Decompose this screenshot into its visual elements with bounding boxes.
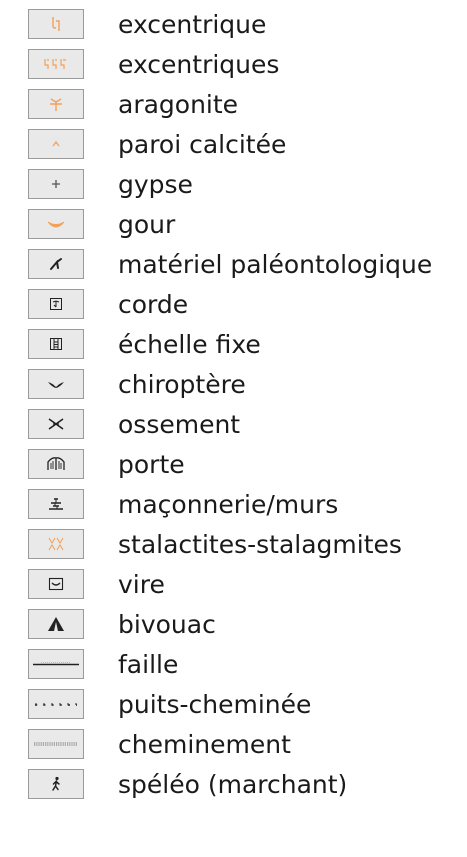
echelle-fixe-icon xyxy=(28,329,84,359)
legend-label: porte xyxy=(118,450,185,479)
legend-item-corde: corde xyxy=(0,285,467,325)
legend-item-vire: vire xyxy=(0,565,467,605)
gour-icon xyxy=(28,209,84,239)
legend-label: bivouac xyxy=(118,610,216,639)
legend-label: matériel paléontologique xyxy=(118,250,433,279)
paroi-calcitee-icon xyxy=(28,129,84,159)
legend-item-gour: gour xyxy=(0,205,467,245)
legend-label: cheminement xyxy=(118,730,291,759)
legend-label: gour xyxy=(118,210,176,239)
legend-label: maçonnerie/murs xyxy=(118,490,339,519)
legend-label: gypse xyxy=(118,170,193,199)
legend-item-ossement: ossement xyxy=(0,405,467,445)
legend-item-aragonite: aragonite xyxy=(0,85,467,125)
aragonite-icon xyxy=(28,89,84,119)
legend-label: aragonite xyxy=(118,90,239,119)
maconnerie-murs-icon xyxy=(28,489,84,519)
bivouac-icon xyxy=(28,609,84,639)
legend-item-stalactites-stalagmites: stalactites-stalagmites xyxy=(0,525,467,565)
legend-item-echelle-fixe: échelle fixe xyxy=(0,325,467,365)
porte-icon xyxy=(28,449,84,479)
legend-item-puits-cheminee: puits-cheminée xyxy=(0,685,467,725)
puits-cheminee-icon xyxy=(28,689,84,719)
legend-label: paroi calcitée xyxy=(118,130,287,159)
legend-label: échelle fixe xyxy=(118,330,261,359)
legend-item-chiroptere: chiroptère xyxy=(0,365,467,405)
legend-item-excentrique: excentrique xyxy=(0,5,467,45)
legend-item-maconnerie-murs: maçonnerie/murs xyxy=(0,485,467,525)
vire-icon xyxy=(28,569,84,599)
cheminement-icon xyxy=(28,729,84,759)
legend-item-materiel-paleontologique: matériel paléontologique xyxy=(0,245,467,285)
excentriques-icon xyxy=(28,49,84,79)
legend-item-porte: porte xyxy=(0,445,467,485)
legend-item-speleo-marchant: spéléo (marchant) xyxy=(0,765,467,805)
gypse-icon xyxy=(28,169,84,199)
chiroptere-icon xyxy=(28,369,84,399)
legend-label: puits-cheminée xyxy=(118,690,312,719)
legend-label: faille xyxy=(118,650,179,679)
speleo-marchant-icon xyxy=(28,769,84,799)
legend-item-paroi-calcitee: paroi calcitée xyxy=(0,125,467,165)
legend-item-gypse: gypse xyxy=(0,165,467,205)
stalactites-stalagmites-icon xyxy=(28,529,84,559)
excentrique-icon xyxy=(28,9,84,39)
legend-label: vire xyxy=(118,570,165,599)
legend-label: excentrique xyxy=(118,10,267,39)
legend-item-excentriques: excentriques xyxy=(0,45,467,85)
faille-icon xyxy=(28,649,84,679)
legend-label: ossement xyxy=(118,410,241,439)
materiel-paleontologique-icon xyxy=(28,249,84,279)
legend-label: chiroptère xyxy=(118,370,246,399)
legend-item-bivouac: bivouac xyxy=(0,605,467,645)
corde-icon xyxy=(28,289,84,319)
legend-item-cheminement: cheminement xyxy=(0,725,467,765)
legend-label: stalactites-stalagmites xyxy=(118,530,402,559)
legend-label: spéléo (marchant) xyxy=(118,770,348,799)
legend-label: excentriques xyxy=(118,50,280,79)
ossement-icon xyxy=(28,409,84,439)
legend-item-faille: faille xyxy=(0,645,467,685)
legend-label: corde xyxy=(118,290,189,319)
